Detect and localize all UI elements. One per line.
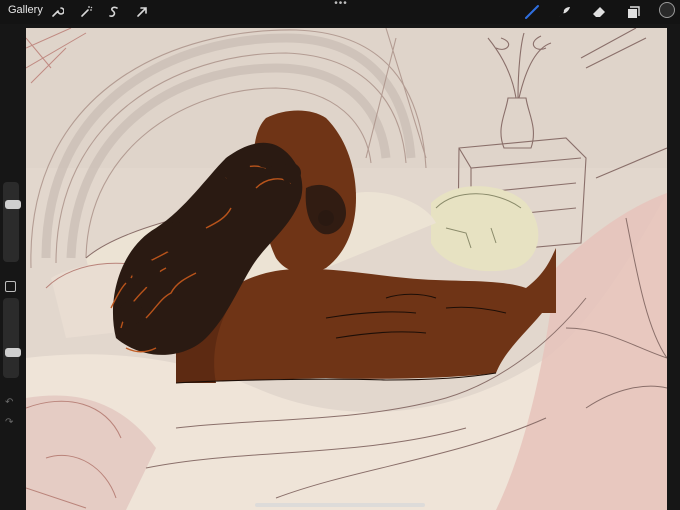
left-sidebar: ↶ ↷ — [0, 180, 22, 430]
artwork — [26, 28, 667, 510]
drawing-canvas[interactable] — [26, 28, 667, 510]
gallery-button[interactable]: Gallery — [8, 4, 43, 16]
color-picker-button[interactable] — [659, 2, 675, 18]
brush-icon[interactable] — [523, 3, 541, 21]
smudge-icon[interactable] — [555, 3, 573, 21]
brush-size-slider[interactable] — [3, 182, 21, 262]
modify-button[interactable] — [5, 281, 16, 292]
brush-size-thumb[interactable] — [5, 199, 21, 209]
layers-icon[interactable] — [624, 3, 642, 21]
top-toolbar: Gallery ••• — [0, 0, 680, 24]
more-options-button[interactable]: ••• — [334, 0, 348, 10]
home-indicator — [255, 503, 425, 507]
undo-icon[interactable]: ↶ — [5, 397, 13, 408]
opacity-slider[interactable] — [3, 298, 21, 378]
transform-arrow-icon[interactable] — [133, 3, 151, 21]
opacity-thumb[interactable] — [5, 347, 21, 357]
selection-icon[interactable] — [105, 3, 123, 21]
wrench-icon[interactable] — [48, 3, 66, 21]
magic-wand-icon[interactable] — [77, 3, 95, 21]
redo-icon[interactable]: ↷ — [5, 417, 13, 428]
eraser-icon[interactable] — [590, 3, 608, 21]
